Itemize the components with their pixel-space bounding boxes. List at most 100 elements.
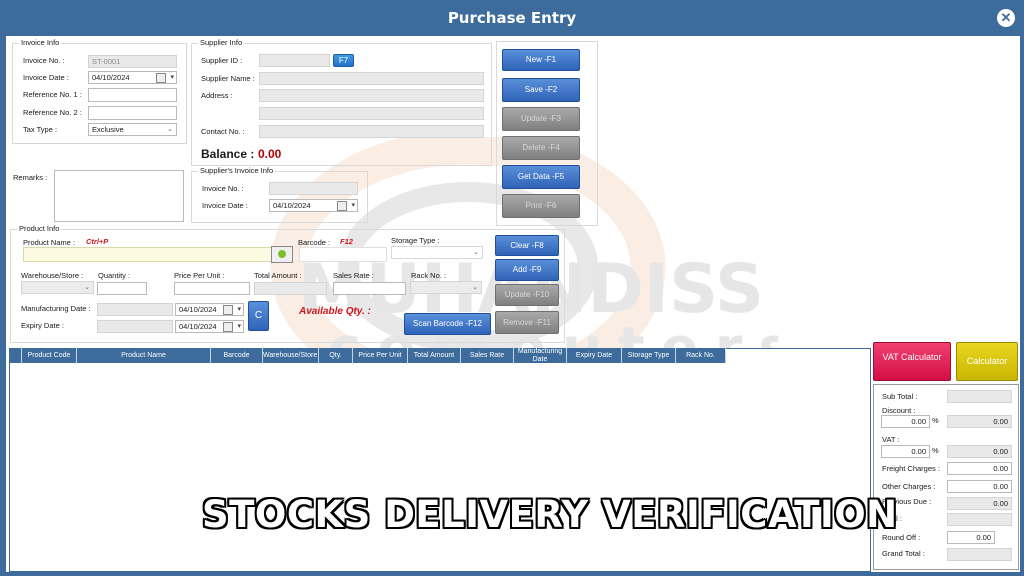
remove-button[interactable]: Remove -F11 xyxy=(495,311,559,334)
warehouse-select[interactable]: ⌄ xyxy=(21,281,94,294)
total-amount-field[interactable] xyxy=(254,282,327,295)
sales-rate-label: Sales Rate : xyxy=(333,271,374,280)
close-icon[interactable]: ✕ xyxy=(997,9,1015,27)
column-header[interactable]: Barcode xyxy=(211,348,263,363)
calendar-icon[interactable] xyxy=(156,73,166,83)
vat-calculator-button[interactable]: VAT Calculator xyxy=(873,342,951,381)
calculator-button[interactable]: Calculator xyxy=(956,342,1018,381)
invoice-info-title: Invoice Info xyxy=(19,38,62,47)
column-header[interactable]: Storage Type xyxy=(622,348,676,363)
invoice-no-label: Invoice No. : xyxy=(23,56,65,65)
clear-dates-button[interactable]: C xyxy=(248,301,269,331)
address-line-2-input[interactable] xyxy=(259,107,484,120)
discount-amount-field: 0.00 xyxy=(947,415,1012,428)
column-header[interactable]: Warehouse/Store xyxy=(263,348,319,363)
column-header[interactable]: Product Code xyxy=(22,348,77,363)
contact-no-input[interactable] xyxy=(259,125,484,138)
title-bar: Purchase Entry ✕ xyxy=(0,0,1024,36)
invoice-date-label: Invoice Date : xyxy=(23,73,69,82)
chevron-down-icon: ⌄ xyxy=(167,126,173,133)
chevron-down-icon[interactable]: ▾ xyxy=(170,72,174,83)
column-header[interactable]: Sales Rate xyxy=(461,348,514,363)
supplier-invoice-date-picker[interactable]: 04/10/2024 ▾ xyxy=(269,199,358,212)
expiry-date-value: 04/10/2024 xyxy=(179,322,217,331)
barcode-label: Barcode : xyxy=(298,238,331,247)
expiry-date-picker[interactable]: 04/10/2024 ▾ xyxy=(175,320,244,333)
update-button[interactable]: Update -F3 xyxy=(502,107,580,131)
column-header[interactable]: Product Name xyxy=(77,348,211,363)
address-label: Address : xyxy=(201,91,233,100)
calendar-icon[interactable] xyxy=(337,201,347,211)
invoice-date-picker[interactable]: 04/10/2024 ▾ xyxy=(88,71,177,84)
discount-percent-input[interactable]: 0.00 xyxy=(881,415,930,428)
column-header[interactable]: Manufacturing Date xyxy=(514,348,567,363)
clear-button[interactable]: Clear -F8 xyxy=(495,235,559,256)
chevron-down-icon[interactable]: ▾ xyxy=(237,304,241,315)
tax-type-label: Tax Type : xyxy=(23,125,58,134)
sub-total-label: Sub Total : xyxy=(882,392,918,401)
get-data-button[interactable]: Get Data -F5 xyxy=(502,165,580,189)
sales-rate-input[interactable] xyxy=(333,282,406,295)
tax-type-value: Exclusive xyxy=(92,125,124,134)
manufacturing-date-value: 04/10/2024 xyxy=(179,305,217,314)
chevron-down-icon: ⌄ xyxy=(473,249,479,256)
reference-no-2-input[interactable] xyxy=(88,106,177,120)
tax-type-select[interactable]: Exclusive ⌄ xyxy=(88,123,177,136)
supplier-invoice-date-value: 04/10/2024 xyxy=(273,201,311,210)
freight-charges-input[interactable]: 0.00 xyxy=(947,462,1012,475)
rack-no-select[interactable]: ⌄ xyxy=(410,281,482,294)
reference-no-1-label: Reference No. 1 : xyxy=(23,90,82,99)
product-name-input[interactable] xyxy=(23,247,272,262)
round-off-input[interactable]: 0.00 xyxy=(947,531,995,544)
delete-button[interactable]: Delete -F4 xyxy=(502,136,580,160)
supplier-invoice-no-input[interactable] xyxy=(269,182,358,195)
address-line-1-input[interactable] xyxy=(259,89,484,102)
update-product-button[interactable]: Update -F10 xyxy=(495,284,559,306)
product-name-label: Product Name : xyxy=(23,238,76,247)
chevron-down-icon[interactable]: ▾ xyxy=(351,200,355,211)
rack-no-label: Rack No. : xyxy=(411,271,447,280)
vat-percent-input[interactable]: 0.00 xyxy=(881,445,930,458)
supplier-invoice-date-label: Invoice Date : xyxy=(202,201,248,210)
column-header[interactable]: Rack No. xyxy=(676,348,726,363)
price-per-unit-input[interactable] xyxy=(174,282,250,295)
product-grid[interactable] xyxy=(9,348,871,572)
print-button[interactable]: Print -F6 xyxy=(502,194,580,218)
invoice-date-value: 04/10/2024 xyxy=(92,73,130,82)
suppliers-invoice-group: Supplier's Invoice Info xyxy=(191,166,368,223)
supplier-invoice-no-label: Invoice No. : xyxy=(202,184,244,193)
remarks-textarea[interactable] xyxy=(54,170,184,222)
manufacturing-date-picker[interactable]: 04/10/2024 ▾ xyxy=(175,303,244,316)
f12-shortcut: F12 xyxy=(340,237,353,246)
discount-percent-sign: % xyxy=(932,416,939,425)
column-header[interactable]: Price Per Unit xyxy=(353,348,408,363)
expiry-date-field[interactable] xyxy=(97,320,173,333)
barcode-input[interactable] xyxy=(299,247,387,262)
column-header[interactable]: Total Amount xyxy=(408,348,461,363)
reference-no-1-input[interactable] xyxy=(88,88,177,102)
storage-type-select[interactable]: ⌄ xyxy=(391,246,483,259)
chevron-down-icon[interactable]: ▾ xyxy=(237,321,241,332)
column-header[interactable]: Expiry Date xyxy=(567,348,622,363)
contact-no-label: Contact No. : xyxy=(201,127,245,136)
manufacturing-date-label: Manufacturing Date : xyxy=(21,304,91,313)
grid-header-row-selector xyxy=(9,348,22,363)
quantity-input[interactable] xyxy=(97,282,147,295)
manufacturing-date-field[interactable] xyxy=(97,303,173,316)
product-search-button[interactable] xyxy=(271,246,293,263)
invoice-no-field[interactable]: ST-0001 xyxy=(88,55,177,68)
add-button[interactable]: Add -F9 xyxy=(495,259,559,281)
calendar-icon[interactable] xyxy=(223,305,233,315)
grid-header: Product Code Product Name Barcode Wareho… xyxy=(9,348,726,363)
scan-barcode-button[interactable]: Scan Barcode -F12 xyxy=(404,313,491,335)
new-button[interactable]: New -F1 xyxy=(502,49,580,71)
supplier-name-input[interactable] xyxy=(259,72,484,85)
supplier-id-input[interactable] xyxy=(259,54,330,67)
calendar-icon[interactable] xyxy=(223,322,233,332)
discount-label: Discount : xyxy=(882,406,916,415)
f7-lookup-button[interactable]: F7 xyxy=(333,54,354,67)
reference-no-2-label: Reference No. 2 : xyxy=(23,108,82,117)
other-charges-input[interactable]: 0.00 xyxy=(947,480,1012,493)
column-header[interactable]: Qty. xyxy=(319,348,353,363)
save-button[interactable]: Save -F2 xyxy=(502,78,580,102)
